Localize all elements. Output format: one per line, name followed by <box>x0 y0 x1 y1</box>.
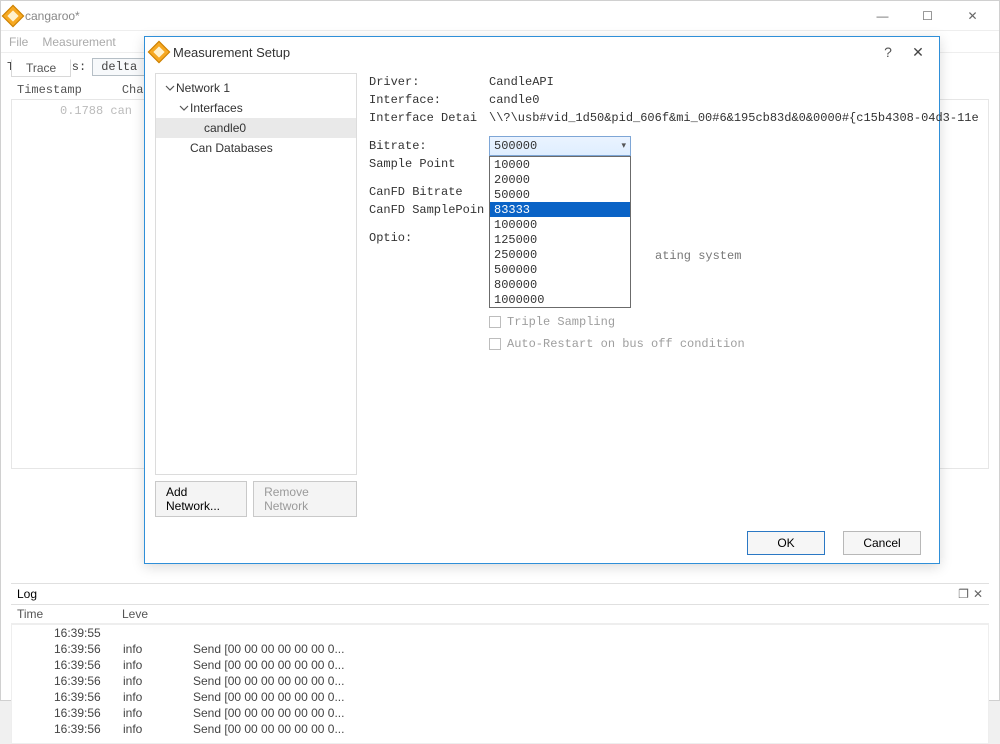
col-timestamp: Timestamp <box>17 83 82 97</box>
label-canfd-samplepoint: CanFD SamplePoin <box>369 203 489 217</box>
log-row[interactable]: 16:39:56infoSend [00 00 00 00 00 00 0... <box>12 657 988 673</box>
minimize-button[interactable]: — <box>860 2 905 30</box>
maximize-button[interactable]: ☐ <box>905 2 950 30</box>
log-col-time: Time <box>17 607 122 621</box>
bitrate-option[interactable]: 800000 <box>490 277 630 292</box>
bitrate-option[interactable]: 250000 <box>490 247 630 262</box>
main-titlebar: cangaroo* — ☐ ✕ <box>1 1 999 31</box>
label-interface: Interface: <box>369 93 489 107</box>
add-network-button[interactable]: Add Network... <box>155 481 247 517</box>
bitrate-combobox[interactable]: 500000 ▾ 1000020000500008333310000012500… <box>489 136 631 156</box>
value-driver: CandleAPI <box>489 75 979 89</box>
tab-trace[interactable]: Trace <box>11 59 71 77</box>
menu-file[interactable]: File <box>9 35 28 49</box>
timestamps-mode-button[interactable]: delta <box>92 58 146 76</box>
bitrate-option[interactable]: 83333 <box>490 202 630 217</box>
bitrate-option[interactable]: 500000 <box>490 262 630 277</box>
measurement-setup-dialog: Measurement Setup ? ✕ Network 1 Interfac… <box>144 36 940 564</box>
tree-candle0[interactable]: candle0 <box>156 118 356 138</box>
dialog-titlebar: Measurement Setup ? ✕ <box>145 37 939 67</box>
chevron-down-icon <box>178 103 190 113</box>
window-title: cangaroo* <box>25 9 860 23</box>
log-panel: Log ❐ ✕ Time Leve 16:39:5516:39:56infoSe… <box>11 583 989 744</box>
log-row[interactable]: 16:39:56infoSend [00 00 00 00 00 00 0... <box>12 673 988 689</box>
tree-can-databases[interactable]: ▾ Can Databases <box>156 138 356 158</box>
log-row[interactable]: 16:39:56infoSend [00 00 00 00 00 00 0... <box>12 721 988 737</box>
network-tree[interactable]: Network 1 Interfaces candle0 ▾ Can Datab… <box>155 73 357 475</box>
dialog-app-icon <box>148 41 171 64</box>
log-close-icon[interactable]: ✕ <box>973 587 983 601</box>
label-canfd-bitrate: CanFD Bitrate <box>369 185 489 199</box>
dialog-help-button[interactable]: ? <box>873 44 903 60</box>
bitrate-option[interactable]: 1000000 <box>490 292 630 307</box>
col-channel: Cha <box>122 83 144 97</box>
label-sample-point: Sample Point <box>369 157 489 171</box>
label-bitrate: Bitrate: <box>369 139 489 153</box>
option-auto-restart[interactable]: Auto-Restart on bus off condition <box>489 333 745 355</box>
chevron-down-icon <box>164 83 176 93</box>
tree-network-1[interactable]: Network 1 <box>156 78 356 98</box>
log-undock-icon[interactable]: ❐ <box>958 587 969 601</box>
ok-button[interactable]: OK <box>747 531 825 555</box>
log-title: Log <box>17 587 37 601</box>
bitrate-selected: 500000 <box>494 139 537 153</box>
chevron-down-icon: ▾ <box>621 141 626 151</box>
log-row[interactable]: 16:39:56infoSend [00 00 00 00 00 00 0... <box>12 641 988 657</box>
label-interface-detail: Interface Detai <box>369 111 489 125</box>
log-row[interactable]: 16:39:55 <box>12 625 988 641</box>
cancel-button[interactable]: Cancel <box>843 531 921 555</box>
dialog-close-button[interactable]: ✕ <box>903 44 933 61</box>
app-icon <box>2 4 25 27</box>
close-button[interactable]: ✕ <box>950 2 995 30</box>
dialog-title: Measurement Setup <box>173 45 873 60</box>
label-options: Optio: <box>369 231 489 245</box>
interface-details: Driver:CandleAPI Interface:candle0 Inter… <box>369 73 979 517</box>
label-driver: Driver: <box>369 75 489 89</box>
log-row[interactable]: 16:39:56infoSend [00 00 00 00 00 00 0... <box>12 705 988 721</box>
bitrate-option[interactable]: 125000 <box>490 232 630 247</box>
log-col-level: Leve <box>122 607 192 621</box>
bitrate-option[interactable]: 100000 <box>490 217 630 232</box>
value-interface: candle0 <box>489 93 979 107</box>
option-triple-sampling[interactable]: Triple Sampling <box>489 311 745 333</box>
value-interface-detail: \\?\usb#vid_1d50&pid_606f&mi_00#6&195cb8… <box>489 111 979 125</box>
log-rows: 16:39:5516:39:56infoSend [00 00 00 00 00… <box>11 624 989 744</box>
bitrate-option[interactable]: 50000 <box>490 187 630 202</box>
bitrate-option[interactable]: 10000 <box>490 157 630 172</box>
remove-network-button[interactable]: Remove Network <box>253 481 357 517</box>
bitrate-option[interactable]: 20000 <box>490 172 630 187</box>
bitrate-dropdown-list[interactable]: 1000020000500008333310000012500025000050… <box>489 156 631 308</box>
menu-measurement[interactable]: Measurement <box>42 35 115 49</box>
tree-interfaces[interactable]: Interfaces <box>156 98 356 118</box>
log-row[interactable]: 16:39:56infoSend [00 00 00 00 00 00 0... <box>12 689 988 705</box>
